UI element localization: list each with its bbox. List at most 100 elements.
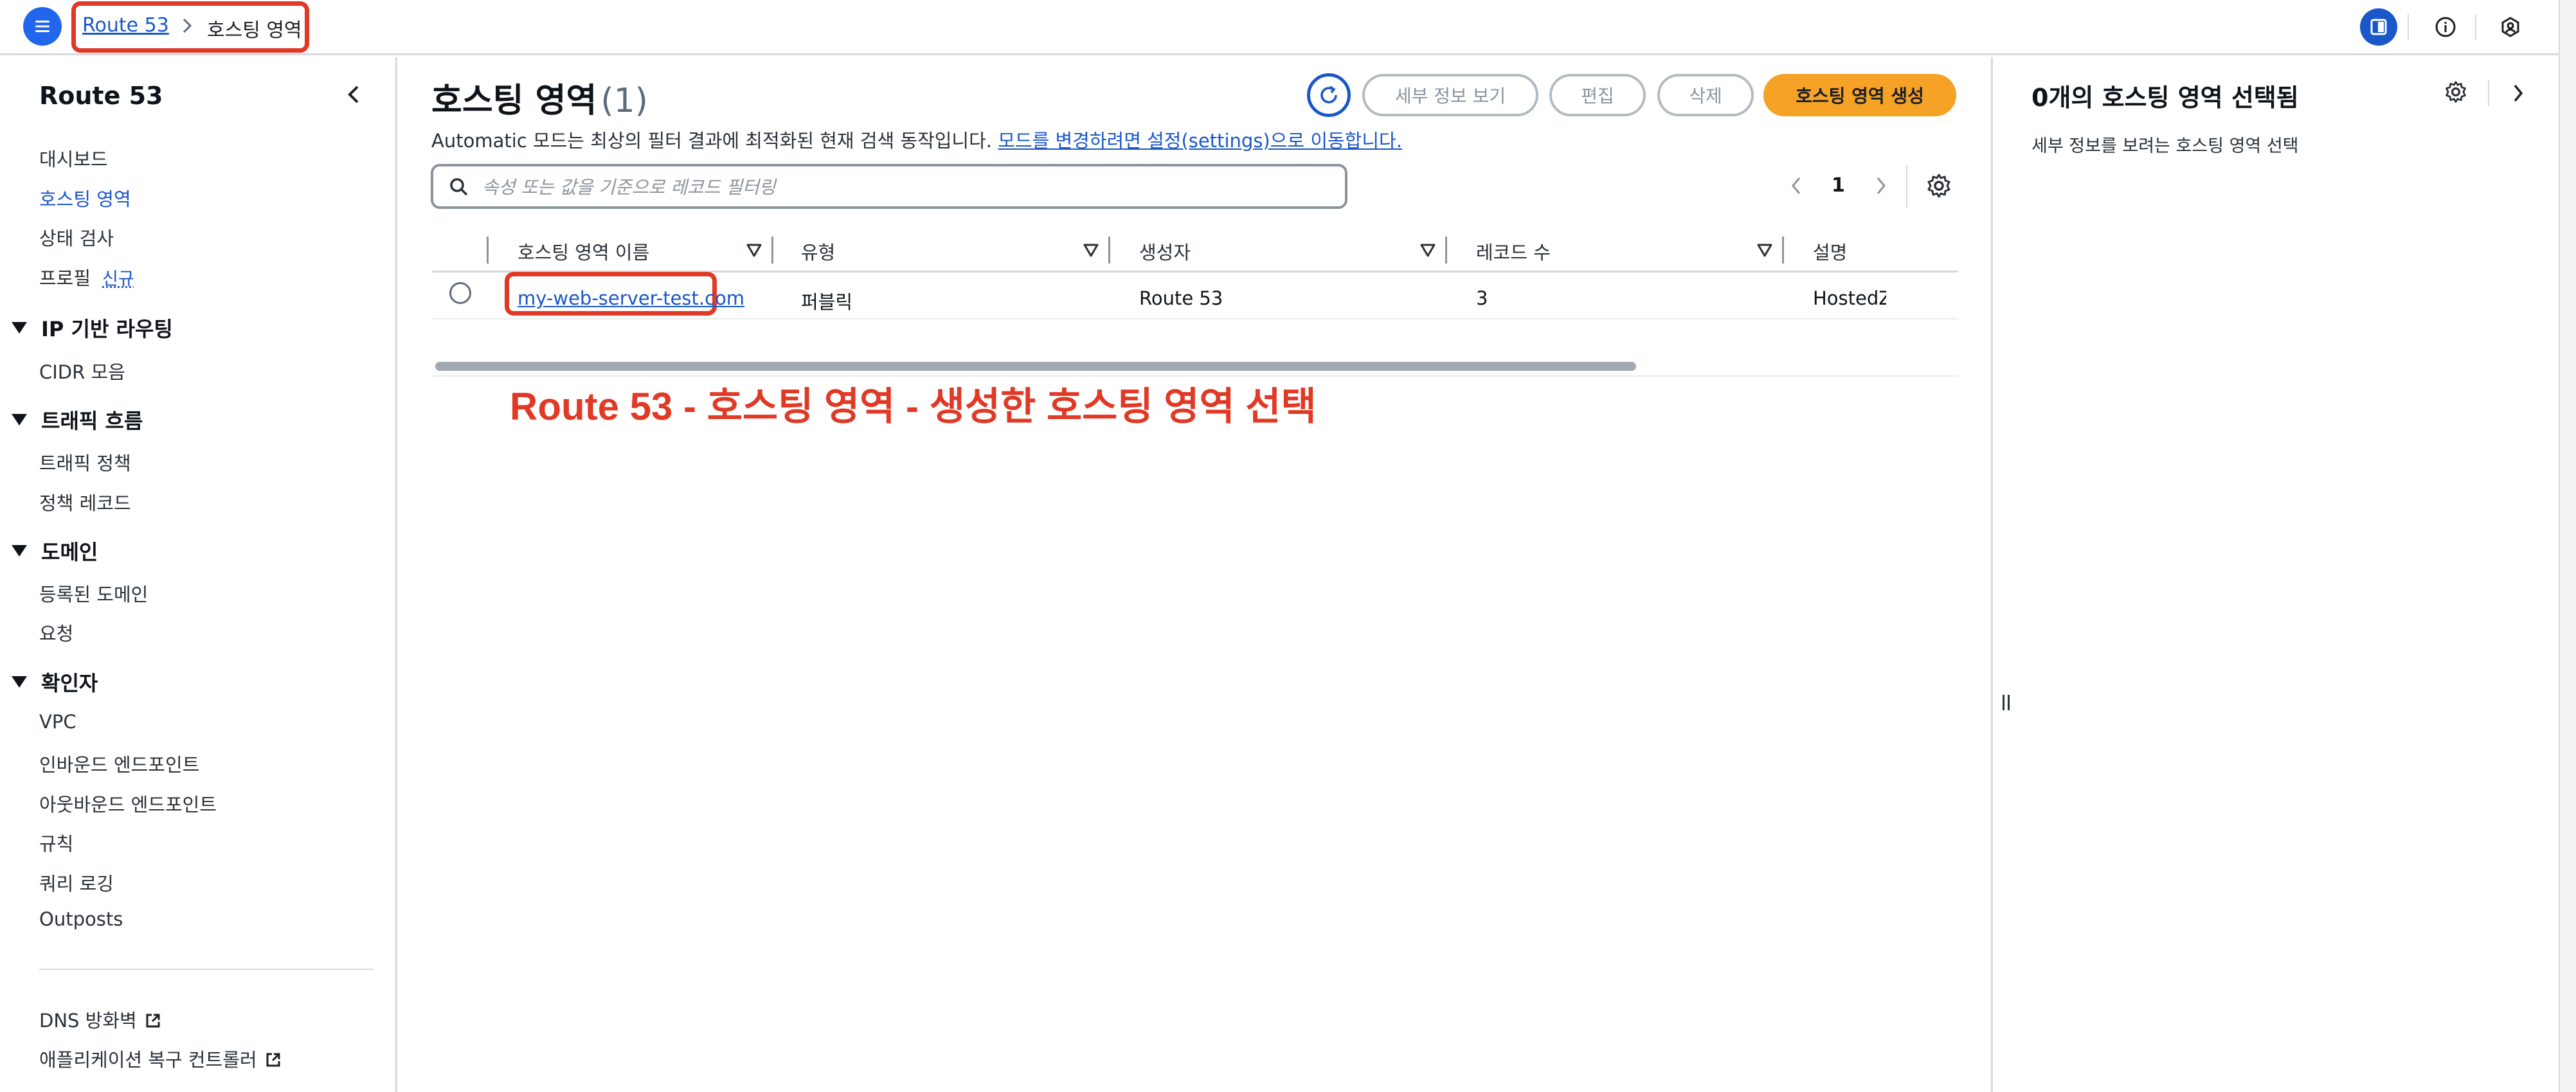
chevron-right-icon — [183, 18, 192, 33]
sort-icon[interactable] — [1083, 242, 1099, 258]
row-select-radio[interactable] — [449, 282, 471, 304]
nav-section-ip-routing[interactable]: IP 기반 라우팅 — [12, 313, 173, 343]
hexagon-shield-icon — [2501, 17, 2519, 37]
chevron-right-icon[interactable] — [2508, 79, 2528, 107]
side-navigation: Route 53 대시보드 호스팅 영역 상태 검사 프로필 신규 IP 기반 라… — [0, 57, 397, 1092]
sidebar-item-outbound-endpoints[interactable]: 아웃바운드 엔드포인트 — [39, 790, 217, 817]
sidebar-item-cidr[interactable]: CIDR 모음 — [39, 357, 125, 384]
column-header-created-by[interactable]: 생성자 — [1139, 238, 1191, 265]
table-row[interactable]: my-web-server-test.com 퍼블릭 Route 53 3 Ho… — [432, 272, 1958, 377]
split-panel-icon — [2370, 19, 2387, 35]
sort-icon[interactable] — [1419, 242, 1436, 258]
sidebar-item-label: 프로필 — [39, 267, 91, 289]
refresh-button[interactable] — [1307, 73, 1351, 117]
edit-button[interactable]: 편집 — [1549, 74, 1646, 116]
sidebar-item-query-logging[interactable]: 쿼리 로깅 — [39, 869, 114, 896]
search-mode-info: Automatic 모드는 최상의 필터 결과에 최적화된 현재 검색 동작입니… — [431, 126, 1402, 153]
column-divider — [1782, 237, 1784, 264]
page-number[interactable]: 1 — [1832, 174, 1845, 197]
sidebar-item-requests[interactable]: 요청 — [39, 619, 73, 646]
column-header-type[interactable]: 유형 — [801, 238, 835, 265]
breadcrumb-current: 호스팅 영역 — [207, 19, 302, 42]
column-header-record-count[interactable]: 레코드 수 — [1476, 238, 1551, 265]
sidebar-item-outposts[interactable]: Outposts — [39, 908, 123, 930]
split-panel-description: 세부 정보를 보려는 호스팅 영역 선택 — [2031, 136, 2299, 156]
column-header-description[interactable]: 설명 — [1813, 238, 1847, 265]
new-badge: 신규 — [102, 269, 134, 289]
sidebar-item-profiles[interactable]: 프로필 신규 — [39, 264, 134, 291]
search-input[interactable] — [482, 172, 1318, 202]
create-hosted-zone-button[interactable]: 호스팅 영역 생성 — [1763, 74, 1956, 116]
top-bar: Route 53 호스팅 영역 — [0, 0, 2559, 55]
sidebar-item-rules[interactable]: 규칙 — [39, 829, 73, 856]
caret-down-icon — [12, 414, 27, 425]
security-button[interactable] — [2492, 8, 2529, 46]
info-icon — [2435, 17, 2456, 37]
delete-button[interactable]: 삭제 — [1657, 74, 1754, 116]
drag-handle-icon[interactable] — [2001, 692, 2012, 713]
sidebar-item-health-checks[interactable]: 상태 검사 — [39, 224, 114, 251]
table-header: 호스팅 영역 이름 유형 생성자 레코드 수 설명 — [432, 228, 1958, 273]
nav-section-traffic-flow[interactable]: 트래픽 흐름 — [12, 405, 143, 434]
scrollbar-thumb[interactable] — [435, 362, 1636, 371]
chevron-left-icon[interactable] — [1787, 172, 1806, 200]
chevron-right-icon[interactable] — [1871, 172, 1891, 200]
window-edge — [2559, 0, 2576, 1092]
filter-search-box[interactable] — [431, 164, 1347, 209]
sort-icon[interactable] — [746, 242, 762, 258]
hamburger-icon — [35, 21, 50, 32]
nav-divider — [39, 969, 374, 970]
caret-down-icon — [12, 676, 27, 688]
zone-type: 퍼블릭 — [801, 291, 853, 313]
horizontal-scrollbar[interactable] — [432, 359, 1958, 377]
split-panel: 0개의 호스팅 영역 선택됨 세부 정보를 보려는 호스팅 영역 선택 — [1991, 57, 2559, 1092]
gear-icon[interactable] — [1925, 172, 1953, 200]
panel-toggle-button[interactable] — [2360, 8, 2397, 46]
section-label: 트래픽 흐름 — [41, 409, 143, 433]
instruction-annotation: Route 53 - 호스팅 영역 - 생성한 호스팅 영역 선택 — [510, 385, 1317, 428]
caret-down-icon — [12, 545, 27, 557]
sidebar-item-label: 애플리케이션 복구 컨트롤러 — [39, 1049, 257, 1071]
section-label: IP 기반 라우팅 — [41, 317, 173, 341]
sidebar-item-hosted-zones[interactable]: 호스팅 영역 — [39, 184, 131, 211]
zone-count: (1) — [600, 82, 648, 120]
settings-link[interactable]: 모드를 변경하려면 설정(settings)으로 이동합니다. — [998, 130, 1402, 152]
chevron-left-icon[interactable] — [342, 80, 365, 109]
sidebar-item-registered-domains[interactable]: 등록된 도메인 — [39, 580, 148, 607]
section-label: 도메인 — [41, 540, 98, 564]
top-divider — [2475, 14, 2476, 40]
sort-icon[interactable] — [1756, 242, 1773, 258]
section-label: 확인자 — [41, 671, 98, 695]
sidebar-item-policy-records[interactable]: 정책 레코드 — [39, 488, 131, 515]
info-button[interactable] — [2427, 8, 2464, 46]
nav-section-resolver[interactable]: 확인자 — [12, 667, 98, 697]
sidebar-item-vpc[interactable]: VPC — [39, 711, 77, 733]
menu-button[interactable] — [23, 7, 62, 46]
split-panel-title: 0개의 호스팅 영역 선택됨 — [2031, 84, 2299, 112]
breadcrumb-root-link[interactable]: Route 53 — [82, 14, 169, 37]
panel-divider — [2488, 80, 2489, 106]
caret-down-icon — [12, 322, 27, 334]
zone-record-count: 3 — [1476, 287, 1488, 309]
gear-icon[interactable] — [2443, 79, 2469, 105]
nav-title: Route 53 — [39, 82, 163, 110]
refresh-icon — [1320, 85, 1337, 103]
external-link-icon — [266, 1053, 280, 1067]
sidebar-item-traffic-policies[interactable]: 트래픽 정책 — [39, 449, 131, 476]
top-divider — [2408, 14, 2409, 40]
zone-created-by: Route 53 — [1139, 287, 1223, 309]
sidebar-item-dns-firewall[interactable]: DNS 방화벽 — [39, 1006, 161, 1033]
sidebar-item-inbound-endpoints[interactable]: 인바운드 엔드포인트 — [39, 750, 199, 777]
view-details-button[interactable]: 세부 정보 보기 — [1362, 74, 1538, 116]
zone-name-link[interactable]: my-web-server-test.com — [518, 287, 744, 309]
sidebar-item-recovery-controller[interactable]: 애플리케이션 복구 컨트롤러 — [39, 1045, 282, 1072]
column-divider — [771, 237, 773, 264]
page-title-text: 호스팅 영역 — [431, 82, 597, 120]
column-header-name[interactable]: 호스팅 영역 이름 — [518, 238, 649, 265]
nav-section-domains[interactable]: 도메인 — [12, 536, 98, 566]
column-divider — [1445, 237, 1447, 264]
sidebar-item-dashboard[interactable]: 대시보드 — [39, 145, 108, 172]
pager-divider — [1906, 165, 1907, 208]
sidebar-item-label: DNS 방화벽 — [39, 1010, 137, 1032]
page-title: 호스팅 영역 (1) — [431, 73, 648, 121]
